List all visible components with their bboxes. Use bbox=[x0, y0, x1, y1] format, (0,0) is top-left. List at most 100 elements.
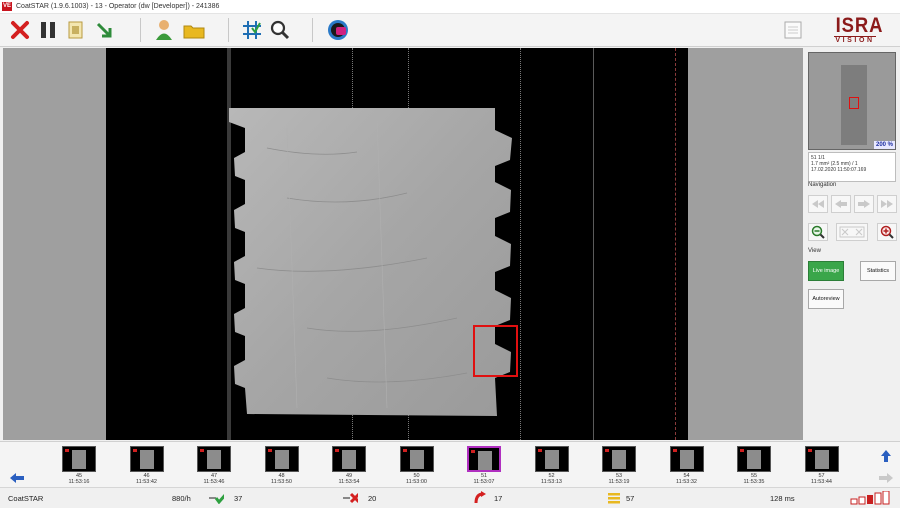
thumbnail-label: 53 11:53:19 bbox=[596, 473, 642, 485]
zoom-out-icon bbox=[811, 225, 825, 239]
thumbnail-item[interactable]: 50 11:53:00 bbox=[399, 446, 434, 486]
thumbnail-label: 51 11:53:07 bbox=[461, 473, 507, 485]
folder-icon bbox=[183, 25, 205, 39]
grid-button[interactable] bbox=[240, 18, 264, 42]
toolbar: ISRA VISION bbox=[0, 14, 900, 47]
grid-icon bbox=[243, 21, 261, 39]
ok-count-icon bbox=[208, 491, 224, 505]
thumbnail-time: 11:53:32 bbox=[675, 479, 697, 485]
thumbnail-label: 57 11:53:44 bbox=[799, 473, 845, 485]
thumbnail-image bbox=[62, 446, 96, 472]
thumbnail-label: 45 11:53:16 bbox=[56, 473, 102, 485]
thumbnail-image bbox=[737, 446, 771, 472]
coatstar-window: VE CoatSTAR (1.9.6.1003) - 13 - Operator… bbox=[0, 0, 900, 508]
thumbnail-item[interactable]: 57 11:53:44 bbox=[804, 446, 839, 486]
panel-button[interactable] bbox=[781, 18, 805, 42]
thumbnail-time: 11:53:00 bbox=[405, 479, 427, 485]
export-button[interactable] bbox=[92, 18, 116, 42]
thumbnail-time: 11:53:42 bbox=[135, 479, 157, 485]
status-cycle-time: 128 ms bbox=[770, 494, 795, 503]
defect-mark-icon bbox=[200, 449, 204, 452]
defect-info-box: 51 1/1 1.7 mm² (2.5 mm) / 1 17.02.2020 1… bbox=[808, 152, 896, 182]
thumbnail-strip: 45 11:53:16 46 11:53:42 47 11:53:46 48 11:53:50… bbox=[0, 441, 900, 487]
arrow-last-icon bbox=[881, 200, 893, 208]
defect-mark-icon bbox=[402, 449, 407, 452]
defect-marker[interactable] bbox=[473, 325, 518, 377]
folder-button[interactable] bbox=[182, 18, 206, 42]
thumbnail-label: 55 11:53:35 bbox=[731, 473, 777, 485]
globe-button[interactable] bbox=[326, 18, 350, 42]
scroll-left-button[interactable] bbox=[8, 470, 26, 486]
thumbnail-image bbox=[264, 446, 299, 472]
logo-sub: VISION bbox=[835, 37, 875, 44]
zoom-in-button[interactable] bbox=[877, 223, 897, 241]
panel-icon bbox=[784, 21, 802, 39]
minimap-viewport-marker bbox=[849, 97, 859, 109]
thumbnail-item[interactable]: 53 11:53:19 bbox=[602, 446, 636, 486]
user-button[interactable] bbox=[152, 18, 176, 42]
zoom-out-button[interactable] bbox=[808, 223, 828, 241]
document-button[interactable] bbox=[64, 18, 88, 42]
info-line: 17.02.2020 11:50:07.169 bbox=[811, 167, 867, 173]
image-viewer[interactable] bbox=[3, 48, 803, 440]
scroll-up-button[interactable] bbox=[877, 448, 895, 464]
arrow-left-icon bbox=[835, 200, 847, 208]
document-icon bbox=[68, 21, 83, 39]
close-button[interactable] bbox=[8, 18, 32, 42]
last-button[interactable] bbox=[877, 195, 897, 213]
app-badge: VE bbox=[2, 2, 12, 11]
thumbnail-item[interactable]: 49 11:53:54 bbox=[332, 446, 366, 486]
total-count-icon bbox=[606, 491, 622, 505]
thumbnail-image bbox=[804, 446, 839, 472]
next-button[interactable] bbox=[854, 195, 874, 213]
defect-mark-icon bbox=[65, 449, 69, 452]
thumbnail-label: 49 11:53:54 bbox=[326, 473, 372, 485]
thumbnail-time: 11:53:54 bbox=[338, 479, 360, 485]
thumbnail-time: 11:53:50 bbox=[270, 479, 292, 485]
defect-mark-icon bbox=[740, 449, 744, 452]
thumbnail-label: 50 11:53:00 bbox=[394, 473, 440, 485]
thumbnail-time: 11:53:07 bbox=[473, 479, 495, 485]
thumbnail-item[interactable]: 54 11:53:32 bbox=[669, 446, 704, 486]
fit-view-button[interactable] bbox=[836, 223, 868, 241]
arrow-up-icon bbox=[881, 450, 891, 462]
thumbnail-item[interactable]: 55 11:53:35 bbox=[737, 446, 771, 486]
defect-mark-icon bbox=[807, 449, 812, 452]
thumbnail-time: 11:53:16 bbox=[68, 479, 90, 485]
thumbnail-item[interactable]: 48 11:53:50 bbox=[264, 446, 299, 486]
live-image-button[interactable]: Live image bbox=[808, 261, 844, 281]
thumbnail-item[interactable]: 46 11:53:42 bbox=[129, 446, 164, 486]
thumbnail-image bbox=[669, 446, 704, 472]
status-ok-count: 37 bbox=[234, 494, 243, 503]
zoom-in-icon bbox=[880, 225, 894, 239]
status-bar: CoatSTAR 880/h 37 20 17 57 128 ms bbox=[0, 487, 900, 508]
signal-bars-icon bbox=[850, 491, 894, 505]
thumbnail-item[interactable]: 52 11:53:13 bbox=[534, 446, 569, 486]
right-panel: 200 % 51 1/1 1.7 mm² (2.5 mm) / 1 17.02.… bbox=[804, 48, 900, 440]
previous-button[interactable] bbox=[831, 195, 851, 213]
thumbnail-time: 11:53:35 bbox=[743, 479, 765, 485]
autoreview-button[interactable]: Autoreview bbox=[808, 289, 844, 309]
scroll-right-button[interactable] bbox=[877, 470, 895, 486]
thumbnail-label: 46 11:53:42 bbox=[124, 473, 170, 485]
rework-count-icon bbox=[472, 491, 488, 505]
dotted-guide bbox=[520, 48, 521, 440]
pause-button[interactable] bbox=[36, 18, 60, 42]
overview-minimap[interactable]: 200 % bbox=[808, 52, 896, 150]
toolbar-separator bbox=[228, 18, 229, 42]
thumbnail-item[interactable]: 51 11:53:07 bbox=[467, 446, 501, 486]
logo-brand: ISRA bbox=[835, 14, 884, 37]
status-total-count: 57 bbox=[626, 494, 635, 503]
status-app-name: CoatSTAR bbox=[8, 494, 44, 503]
thumbnail-item[interactable]: 47 11:53:46 bbox=[197, 446, 231, 486]
isra-vision-logo: ISRA VISION bbox=[833, 14, 884, 46]
zoom-button[interactable] bbox=[268, 18, 292, 42]
statistics-button[interactable]: Statistics bbox=[860, 261, 896, 281]
thumbnail-item[interactable]: 45 11:53:16 bbox=[62, 446, 96, 486]
thumbnail-time: 11:53:44 bbox=[810, 479, 832, 485]
first-button[interactable] bbox=[808, 195, 828, 213]
export-icon bbox=[96, 22, 112, 38]
toolbar-separator bbox=[312, 18, 313, 42]
defect-mark-icon bbox=[267, 449, 272, 452]
defect-mark-icon bbox=[335, 449, 339, 452]
